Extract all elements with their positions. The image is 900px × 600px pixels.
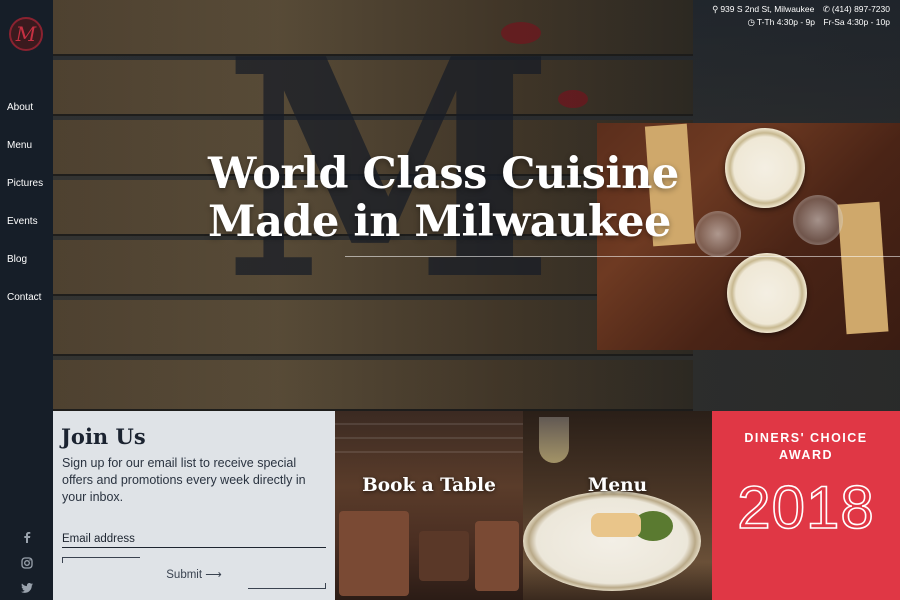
ceiling-beam	[335, 437, 523, 439]
booth-seating	[475, 521, 519, 591]
logo-letter: M	[15, 22, 37, 46]
menu-panel[interactable]: Menu	[523, 411, 712, 600]
hero-title-line2: Made in Milwaukee	[208, 197, 671, 247]
nav-item-blog[interactable]: Blog	[7, 254, 43, 292]
nav-item-contact[interactable]: Contact	[7, 292, 43, 330]
award-label-line1: DINERS' CHOICE	[744, 431, 868, 445]
award-label: DINERS' CHOICE AWARD	[712, 430, 900, 464]
button-frame	[62, 557, 140, 563]
address[interactable]: 939 S 2nd St, Milwaukee	[720, 4, 814, 14]
hero-title: World Class Cuisine Made in Milwaukee	[208, 150, 679, 246]
nav-item-pictures[interactable]: Pictures	[7, 178, 43, 216]
submit-label: Submit ⟶	[166, 569, 222, 581]
menu-title: Menu	[587, 475, 648, 496]
clock-icon: ◷	[747, 17, 755, 27]
contact-info: ⚲ 939 S 2nd St, Milwaukee ✆ (414) 897-7230…	[706, 3, 890, 29]
hero-divider	[345, 256, 900, 257]
newsletter-panel: Join Us Sign up for our email list to re…	[53, 411, 335, 600]
award-year: 2018	[736, 473, 875, 542]
fish-dish	[591, 513, 641, 537]
sidebar: M About Menu Pictures Events Blog Contac…	[0, 0, 53, 600]
dinner-plate	[727, 253, 807, 333]
instagram-icon[interactable]	[0, 557, 53, 569]
award-panel[interactable]: DINERS' CHOICE AWARD 2018	[712, 411, 900, 600]
wine-glass	[793, 195, 843, 245]
ceiling-beam	[335, 451, 523, 453]
phone-icon: ✆	[822, 4, 830, 14]
submit-button[interactable]: Submit ⟶	[62, 557, 326, 589]
food-plate	[523, 491, 701, 591]
logo[interactable]: M	[9, 17, 43, 51]
book-table-title: Book a Table	[362, 475, 496, 496]
book-table-panel[interactable]: Book a Table	[335, 411, 523, 600]
facebook-icon[interactable]	[0, 531, 53, 543]
dinner-plate	[725, 128, 805, 208]
booth-seating	[339, 511, 409, 596]
wine-glass	[539, 417, 569, 463]
hours-weekend: Fr-Sa 4:30p - 10p	[823, 17, 890, 27]
email-input[interactable]	[62, 530, 326, 548]
hero-title-line1: World Class Cuisine	[208, 149, 679, 199]
twitter-icon[interactable]	[0, 583, 53, 593]
newsletter-title: Join Us	[61, 424, 146, 449]
main-nav: About Menu Pictures Events Blog Contact	[7, 102, 43, 330]
phone[interactable]: (414) 897-7230	[832, 4, 890, 14]
newsletter-text: Sign up for our email list to receive sp…	[62, 456, 306, 504]
nav-item-about[interactable]: About	[7, 102, 43, 140]
hours-weekday: T-Th 4:30p - 9p	[756, 17, 815, 27]
napkin	[837, 201, 889, 335]
wine-glass	[695, 211, 741, 257]
ceiling-beam	[335, 423, 523, 425]
nav-item-menu[interactable]: Menu	[7, 140, 43, 178]
award-label-line2: AWARD	[778, 448, 834, 462]
button-frame	[248, 583, 326, 589]
dining-table	[419, 531, 469, 581]
nav-item-events[interactable]: Events	[7, 216, 43, 254]
location-icon: ⚲	[712, 4, 719, 14]
